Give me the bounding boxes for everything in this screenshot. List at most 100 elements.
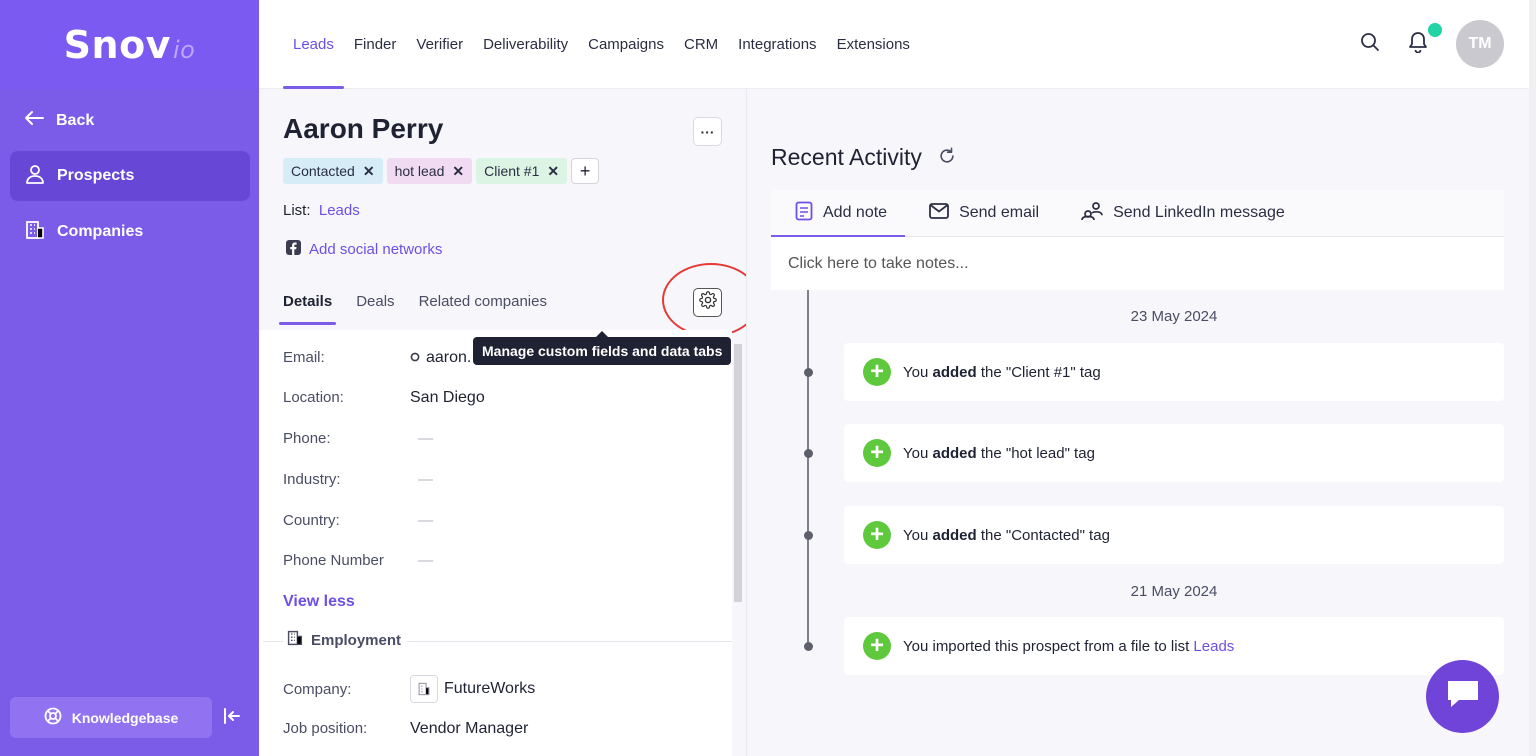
field-label: Industry:	[283, 471, 341, 488]
nav-finder[interactable]: Finder	[344, 0, 407, 89]
collapse-sidebar-icon[interactable]	[222, 706, 242, 731]
recent-activity-title: Recent Activity	[771, 144, 922, 170]
users-icon	[1081, 201, 1103, 226]
tab-send-email[interactable]: Send email	[905, 189, 1057, 237]
sidebar-item-label: Companies	[57, 223, 144, 240]
recent-activity-header: Recent Activity	[771, 144, 956, 171]
timeline-line	[807, 290, 809, 650]
bell-icon	[1408, 31, 1428, 57]
field-country: Country: —	[283, 512, 433, 529]
details-scrollbar[interactable]	[734, 344, 742, 602]
add-tag-button[interactable]: +	[571, 158, 600, 184]
chat-widget-button[interactable]	[1426, 660, 1499, 733]
remove-tag-icon[interactable]: ✕	[452, 163, 464, 180]
job-position-value[interactable]: Vendor Manager	[410, 720, 528, 738]
activity-text: You imported this prospect from a file t…	[903, 637, 1235, 655]
building-icon	[25, 220, 45, 245]
search-icon[interactable]	[1360, 32, 1380, 57]
country-value[interactable]: —	[418, 512, 433, 529]
notification-badge	[1428, 22, 1442, 37]
back-button[interactable]: Back	[24, 110, 94, 131]
timeline-dot	[804, 642, 813, 651]
add-social-networks-link[interactable]: Add social networks	[286, 240, 442, 259]
activity-text: You added the "Contacted" tag	[903, 526, 1110, 544]
employment-label: Employment	[311, 631, 402, 649]
email-value-wrap: aaron.	[410, 349, 471, 367]
tab-deals[interactable]: Deals	[352, 283, 398, 325]
email-value[interactable]: aaron.	[426, 349, 471, 367]
gear-icon	[698, 291, 717, 314]
logo-area[interactable]: Snovio	[0, 0, 259, 89]
detail-tabs: Details Deals Related companies	[279, 283, 567, 325]
remove-tag-icon[interactable]: ✕	[547, 163, 559, 180]
tag-client-1[interactable]: Client #1 ✕	[476, 158, 568, 184]
tab-add-note[interactable]: Add note	[771, 189, 906, 238]
recent-activity-panel: Recent Activity Add note Send email Send…	[746, 89, 1536, 756]
page-scrollbar[interactable]	[1529, 0, 1536, 756]
email-status-icon	[410, 349, 420, 367]
activity-item: + You added the "Client #1" tag	[844, 343, 1504, 401]
sidebar: Snovio Back Prospects Companies Knowledg…	[0, 0, 259, 756]
tab-label: Send email	[959, 204, 1040, 221]
more-options-button[interactable]: ···	[693, 117, 722, 146]
remove-tag-icon[interactable]: ✕	[363, 163, 375, 180]
field-industry: Industry: —	[283, 471, 433, 488]
list-link[interactable]: Leads	[319, 202, 360, 219]
sidebar-item-companies[interactable]: Companies	[10, 207, 250, 257]
notifications-button[interactable]	[1408, 22, 1442, 58]
field-phone-number: Phone Number —	[283, 552, 433, 569]
field-label: Phone:	[283, 430, 331, 447]
list-label: List:	[283, 202, 311, 219]
phone-value[interactable]: —	[418, 430, 433, 447]
sidebar-item-prospects[interactable]: Prospects	[10, 151, 250, 201]
tab-send-linkedin-message[interactable]: Send LinkedIn message	[1057, 189, 1303, 237]
phone-number-value[interactable]: —	[418, 552, 433, 569]
snovio-logo[interactable]: Snovio	[64, 23, 196, 67]
building-icon	[287, 630, 303, 650]
nav-extensions[interactable]: Extensions	[827, 0, 920, 89]
nav-verifier[interactable]: Verifier	[406, 0, 473, 89]
timeline-dot	[804, 531, 813, 540]
main-nav: Leads Finder Verifier Deliverability Cam…	[283, 0, 920, 89]
arrow-left-icon	[24, 110, 44, 131]
view-less-link[interactable]: View less	[283, 593, 355, 611]
nav-integrations[interactable]: Integrations	[728, 0, 826, 89]
tab-related-companies[interactable]: Related companies	[415, 283, 551, 325]
industry-value[interactable]: —	[418, 471, 433, 488]
nav-crm[interactable]: CRM	[674, 0, 728, 89]
location-value[interactable]: San Diego	[410, 389, 485, 407]
manage-fields-button[interactable]	[693, 288, 722, 317]
plus-circle-icon: +	[863, 358, 891, 386]
activity-text: You added the "Client #1" tag	[903, 363, 1101, 381]
field-phone: Phone: —	[283, 430, 433, 447]
list-line: List: Leads	[283, 202, 360, 219]
tag-hot-lead[interactable]: hot lead ✕	[386, 158, 473, 184]
knowledgebase-label: Knowledgebase	[71, 709, 179, 726]
note-input[interactable]	[771, 237, 1504, 290]
nav-deliverability[interactable]: Deliverability	[473, 0, 578, 89]
employment-heading: Employment	[283, 630, 408, 650]
nav-campaigns[interactable]: Campaigns	[578, 0, 674, 89]
tag-label: Client #1	[484, 163, 540, 179]
sidebar-item-label: Prospects	[57, 167, 135, 184]
tab-label: Send LinkedIn message	[1113, 204, 1285, 221]
avatar[interactable]: TM	[1456, 20, 1504, 68]
knowledgebase-button[interactable]: Knowledgebase	[10, 697, 212, 738]
tab-details[interactable]: Details	[279, 283, 337, 325]
social-label: Add social networks	[309, 241, 443, 258]
field-label: Location:	[283, 389, 344, 406]
timeline-date: 21 May 2024	[1130, 583, 1218, 600]
tag-contacted[interactable]: Contacted ✕	[283, 158, 383, 184]
manage-fields-tooltip: Manage custom fields and data tabs	[473, 337, 732, 365]
user-icon	[25, 164, 45, 189]
activity-text: You added the "hot lead" tag	[903, 444, 1095, 462]
import-list-link[interactable]: Leads	[1193, 638, 1234, 655]
field-email: Email: aaron.	[283, 349, 471, 367]
nav-leads[interactable]: Leads	[283, 0, 344, 89]
activity-item: + You added the "hot lead" tag	[844, 424, 1504, 482]
field-company: Company: FutureWorks	[283, 675, 535, 703]
company-link[interactable]: FutureWorks	[444, 680, 535, 698]
envelope-icon	[929, 202, 949, 224]
back-label: Back	[56, 111, 95, 129]
refresh-icon[interactable]	[938, 144, 956, 171]
